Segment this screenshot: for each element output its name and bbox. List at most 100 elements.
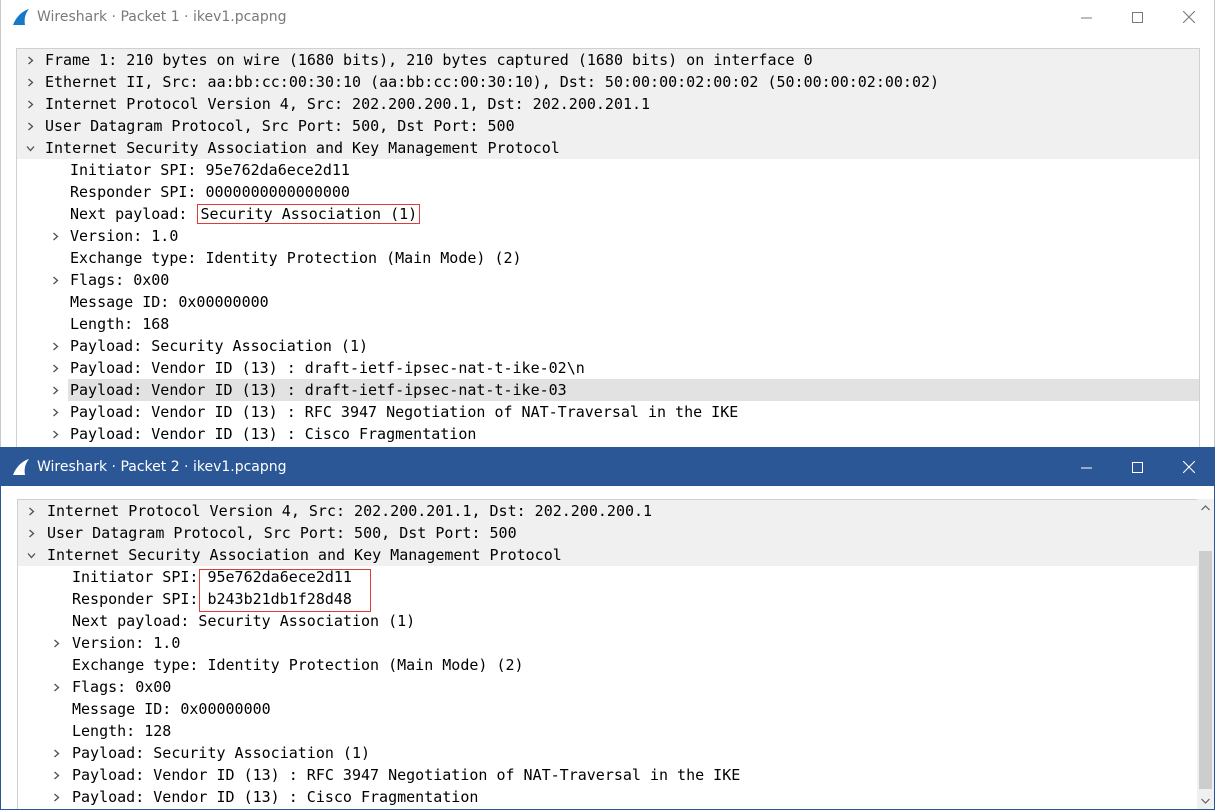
chevron-right-icon <box>53 639 59 647</box>
tree-row[interactable]: Ethernet II, Src: aa:bb:cc:00:30:10 (aa:… <box>17 71 1199 93</box>
wireshark-fin-icon <box>13 459 29 475</box>
tree-row[interactable]: Length: 128 <box>18 720 1197 742</box>
minimize-button[interactable] <box>1061 0 1112 34</box>
chevron-right-icon <box>52 342 58 350</box>
titlebar[interactable]: Wireshark · Packet 1 · ikev1.pcapng <box>1 0 1214 34</box>
tree-row[interactable]: Initiator SPI: 95e762da6ece2d11 <box>18 566 1197 588</box>
expand-toggle[interactable] <box>23 49 37 71</box>
tree-row[interactable]: Payload: Vendor ID (13) : Cisco Fragment… <box>17 423 1199 445</box>
tree-row[interactable]: Payload: Vendor ID (13) : RFC 3947 Negot… <box>18 764 1197 786</box>
tree-row[interactable]: Message ID: 0x00000000 <box>18 698 1197 720</box>
titlebar[interactable]: Wireshark · Packet 2 · ikev1.pcapng <box>1 448 1214 486</box>
chevron-right-icon <box>27 122 33 130</box>
packet-details-tree[interactable]: Frame 1: 210 bytes on wire (1680 bits), … <box>16 48 1200 450</box>
expand-toggle[interactable] <box>49 764 63 786</box>
tree-row[interactable]: Responder SPI: b243b21db1f28d48 <box>18 588 1197 610</box>
tree-row-label: Internet Security Association and Key Ma… <box>45 139 560 157</box>
tree-row[interactable]: Message ID: 0x00000000 <box>17 291 1199 313</box>
expand-toggle[interactable] <box>23 71 37 93</box>
chevron-right-icon <box>27 56 33 64</box>
tree-row[interactable]: Payload: Vendor ID (13) : Cisco Fragment… <box>18 786 1197 808</box>
chevron-right-icon <box>53 683 59 691</box>
field-name: Next payload: <box>70 205 197 223</box>
tree-row[interactable]: Version: 1.0 <box>18 632 1197 654</box>
maximize-button[interactable] <box>1112 448 1163 486</box>
tree-row-label: Exchange type: Identity Protection (Main… <box>72 656 524 674</box>
scroll-down-button[interactable] <box>1197 792 1214 809</box>
expand-toggle[interactable] <box>48 423 62 445</box>
tree-row[interactable]: Flags: 0x00 <box>17 269 1199 291</box>
wireshark-fin-icon <box>13 9 29 25</box>
tree-row[interactable]: User Datagram Protocol, Src Port: 500, D… <box>18 522 1197 544</box>
tree-row[interactable]: Payload: Vendor ID (13) : RFC 3947 Negot… <box>17 401 1199 423</box>
tree-row-label: Responder SPI: 0000000000000000 <box>70 183 350 201</box>
tree-row[interactable]: Responder SPI: 0000000000000000 <box>17 181 1199 203</box>
tree-row[interactable]: Internet Protocol Version 4, Src: 202.20… <box>18 500 1197 522</box>
scrollbar-thumb[interactable] <box>1199 551 1212 789</box>
tree-row-label: Payload: Vendor ID (13) : RFC 3947 Negot… <box>70 403 739 421</box>
tree-row[interactable]: Flags: 0x00 <box>18 676 1197 698</box>
expand-toggle[interactable] <box>23 93 37 115</box>
tree-row-label: Internet Protocol Version 4, Src: 202.20… <box>47 502 653 520</box>
field-name: Initiator SPI: <box>72 568 208 586</box>
packet-2-window: Wireshark · Packet 2 · ikev1.pcapng Inte… <box>0 447 1215 810</box>
field-value: Security Association (1) <box>197 204 421 224</box>
chevron-down-icon <box>26 145 34 151</box>
tree-row[interactable]: Frame 1: 210 bytes on wire (1680 bits), … <box>17 49 1199 71</box>
expand-toggle[interactable] <box>24 544 38 566</box>
tree-row-label: Initiator SPI: 95e762da6ece2d11 <box>70 161 350 179</box>
expand-toggle[interactable] <box>24 522 38 544</box>
tree-row[interactable]: Version: 1.0 <box>17 225 1199 247</box>
expand-toggle[interactable] <box>49 786 63 808</box>
tree-row[interactable]: Internet Protocol Version 4, Src: 202.20… <box>17 93 1199 115</box>
close-button[interactable] <box>1163 0 1214 34</box>
tree-row[interactable]: Exchange type: Identity Protection (Main… <box>18 654 1197 676</box>
tree-row[interactable]: Internet Security Association and Key Ma… <box>18 544 1197 566</box>
window-title: Wireshark · Packet 1 · ikev1.pcapng <box>37 9 287 25</box>
expand-toggle[interactable] <box>48 225 62 247</box>
close-icon <box>1182 461 1195 473</box>
close-button[interactable] <box>1163 448 1214 486</box>
chevron-right-icon <box>52 364 58 372</box>
tree-row-label: Ethernet II, Src: aa:bb:cc:00:30:10 (aa:… <box>45 73 940 91</box>
scroll-up-button[interactable] <box>1197 499 1214 516</box>
maximize-button[interactable] <box>1112 0 1163 34</box>
tree-row[interactable]: Internet Security Association and Key Ma… <box>17 137 1199 159</box>
expand-toggle[interactable] <box>48 335 62 357</box>
tree-row[interactable]: Exchange type: Identity Protection (Main… <box>17 247 1199 269</box>
tree-row-label: Internet Protocol Version 4, Src: 202.20… <box>45 95 651 113</box>
expand-toggle[interactable] <box>48 357 62 379</box>
chevron-right-icon <box>52 408 58 416</box>
packet-details-tree[interactable]: Internet Protocol Version 4, Src: 202.20… <box>17 499 1197 809</box>
tree-row[interactable]: Next payload: Security Association (1) <box>18 610 1197 632</box>
tree-row-label: Length: 168 <box>70 315 170 333</box>
tree-row[interactable]: Initiator SPI: 95e762da6ece2d11 <box>17 159 1199 181</box>
tree-row[interactable]: Payload: Vendor ID (13) : draft-ietf-ips… <box>17 379 1199 401</box>
expand-toggle[interactable] <box>23 137 37 159</box>
chevron-right-icon <box>53 793 59 801</box>
expand-toggle[interactable] <box>48 379 62 401</box>
tree-row[interactable]: User Datagram Protocol, Src Port: 500, D… <box>17 115 1199 137</box>
chevron-right-icon <box>28 529 34 537</box>
window-title: Wireshark · Packet 2 · ikev1.pcapng <box>37 459 287 475</box>
tree-row[interactable]: Length: 168 <box>17 313 1199 335</box>
tree-row-label: Version: 1.0 <box>72 634 181 652</box>
expand-toggle[interactable] <box>48 269 62 291</box>
maximize-icon <box>1132 461 1143 473</box>
expand-toggle[interactable] <box>24 500 38 522</box>
tree-row[interactable]: Payload: Vendor ID (13) : draft-ietf-ips… <box>17 357 1199 379</box>
vertical-scrollbar[interactable] <box>1197 499 1214 809</box>
tree-row-label: Payload: Vendor ID (13) : draft-ietf-ips… <box>68 379 1199 401</box>
tree-row-label: Payload: Vendor ID (13) : Cisco Fragment… <box>70 425 477 443</box>
expand-toggle[interactable] <box>48 401 62 423</box>
chevron-up-icon <box>1201 504 1210 510</box>
expand-toggle[interactable] <box>49 632 63 654</box>
expand-toggle[interactable] <box>49 742 63 764</box>
minimize-button[interactable] <box>1061 448 1112 486</box>
tree-row-label: Payload: Vendor ID (13) : Cisco Fragment… <box>72 788 479 806</box>
tree-row[interactable]: Next payload: Security Association (1) <box>17 203 1199 225</box>
tree-row[interactable]: Payload: Security Association (1) <box>17 335 1199 357</box>
tree-row[interactable]: Payload: Security Association (1) <box>18 742 1197 764</box>
expand-toggle[interactable] <box>23 115 37 137</box>
expand-toggle[interactable] <box>49 676 63 698</box>
